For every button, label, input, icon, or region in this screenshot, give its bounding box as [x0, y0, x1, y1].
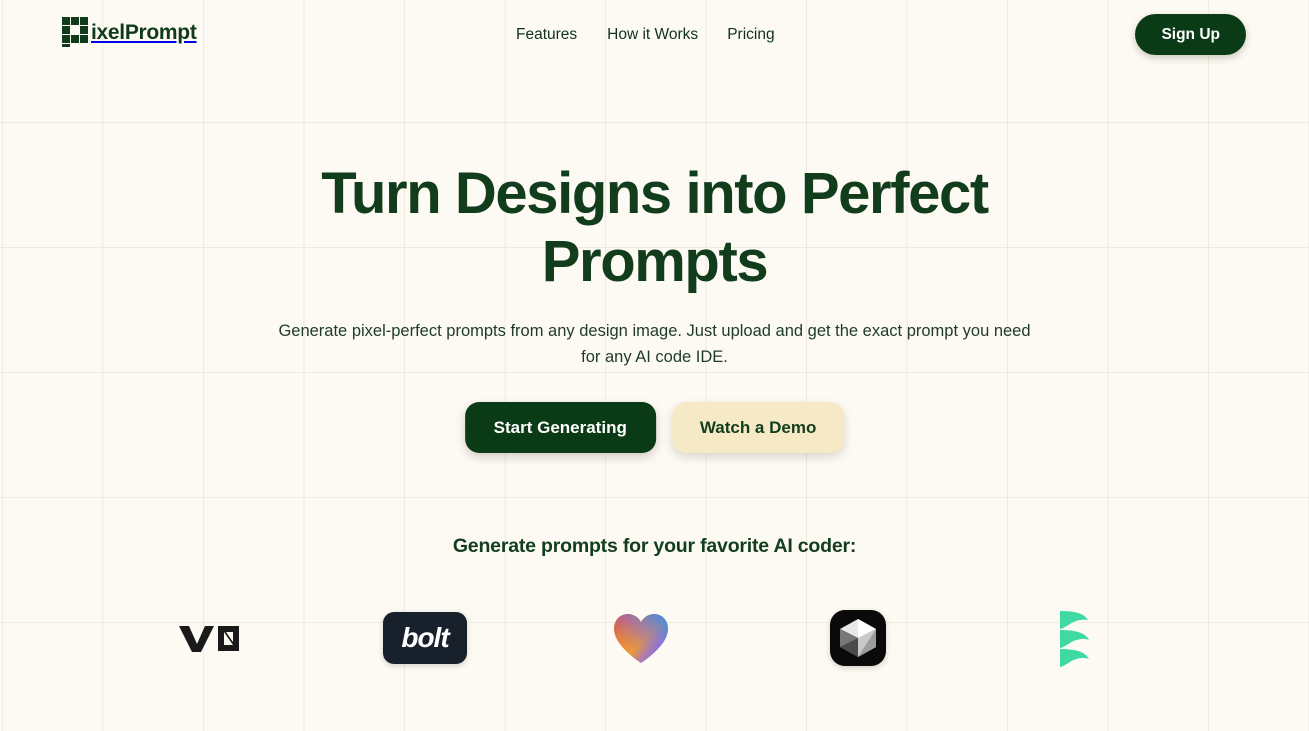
cursor-logo-icon	[830, 610, 886, 666]
nav-link-pricing[interactable]: Pricing	[727, 24, 774, 45]
site-header: ixelPrompt Features How it Works Pricing…	[0, 0, 1309, 70]
nav-link-features[interactable]: Features	[516, 24, 577, 45]
start-generating-button[interactable]: Start Generating	[464, 402, 656, 453]
brand-logo-v0[interactable]	[168, 600, 250, 676]
page-title: Turn Designs into Perfect Prompts	[321, 161, 989, 294]
brand-logo-cursor[interactable]	[818, 600, 898, 676]
hero-subtitle: Generate pixel-perfect prompts from any …	[278, 322, 1031, 366]
bolt-logo-icon: bolt	[383, 612, 467, 664]
brand-logo-strip: bolt	[0, 600, 1309, 680]
brand-logo-bolt[interactable]: bolt	[374, 600, 476, 676]
brand-logo[interactable]: ixelPrompt	[62, 17, 197, 47]
cursor-cube-icon	[840, 619, 876, 657]
brand-logo-windsurf[interactable]	[1035, 600, 1115, 676]
brand-name: ixelPrompt	[91, 20, 197, 44]
watch-demo-button[interactable]: Watch a Demo	[671, 402, 845, 453]
lovable-heart-icon	[614, 614, 668, 663]
landing-page: ixelPrompt Features How it Works Pricing…	[0, 0, 1309, 731]
sign-up-button[interactable]: Sign Up	[1135, 14, 1246, 55]
hero-cta-group: Start Generating Watch a Demo	[464, 402, 845, 453]
brand-logo-lovable[interactable]	[600, 600, 682, 676]
bolt-logo-label: bolt	[401, 622, 449, 653]
pixel-p-icon	[62, 17, 88, 47]
logos-heading: Generate prompts for your favorite AI co…	[452, 535, 857, 557]
main-navigation: Features How it Works Pricing	[516, 24, 775, 45]
nav-link-how-it-works[interactable]: How it Works	[607, 24, 698, 45]
windsurf-waves-icon	[1060, 611, 1089, 667]
v0-logo-icon	[179, 626, 239, 652]
